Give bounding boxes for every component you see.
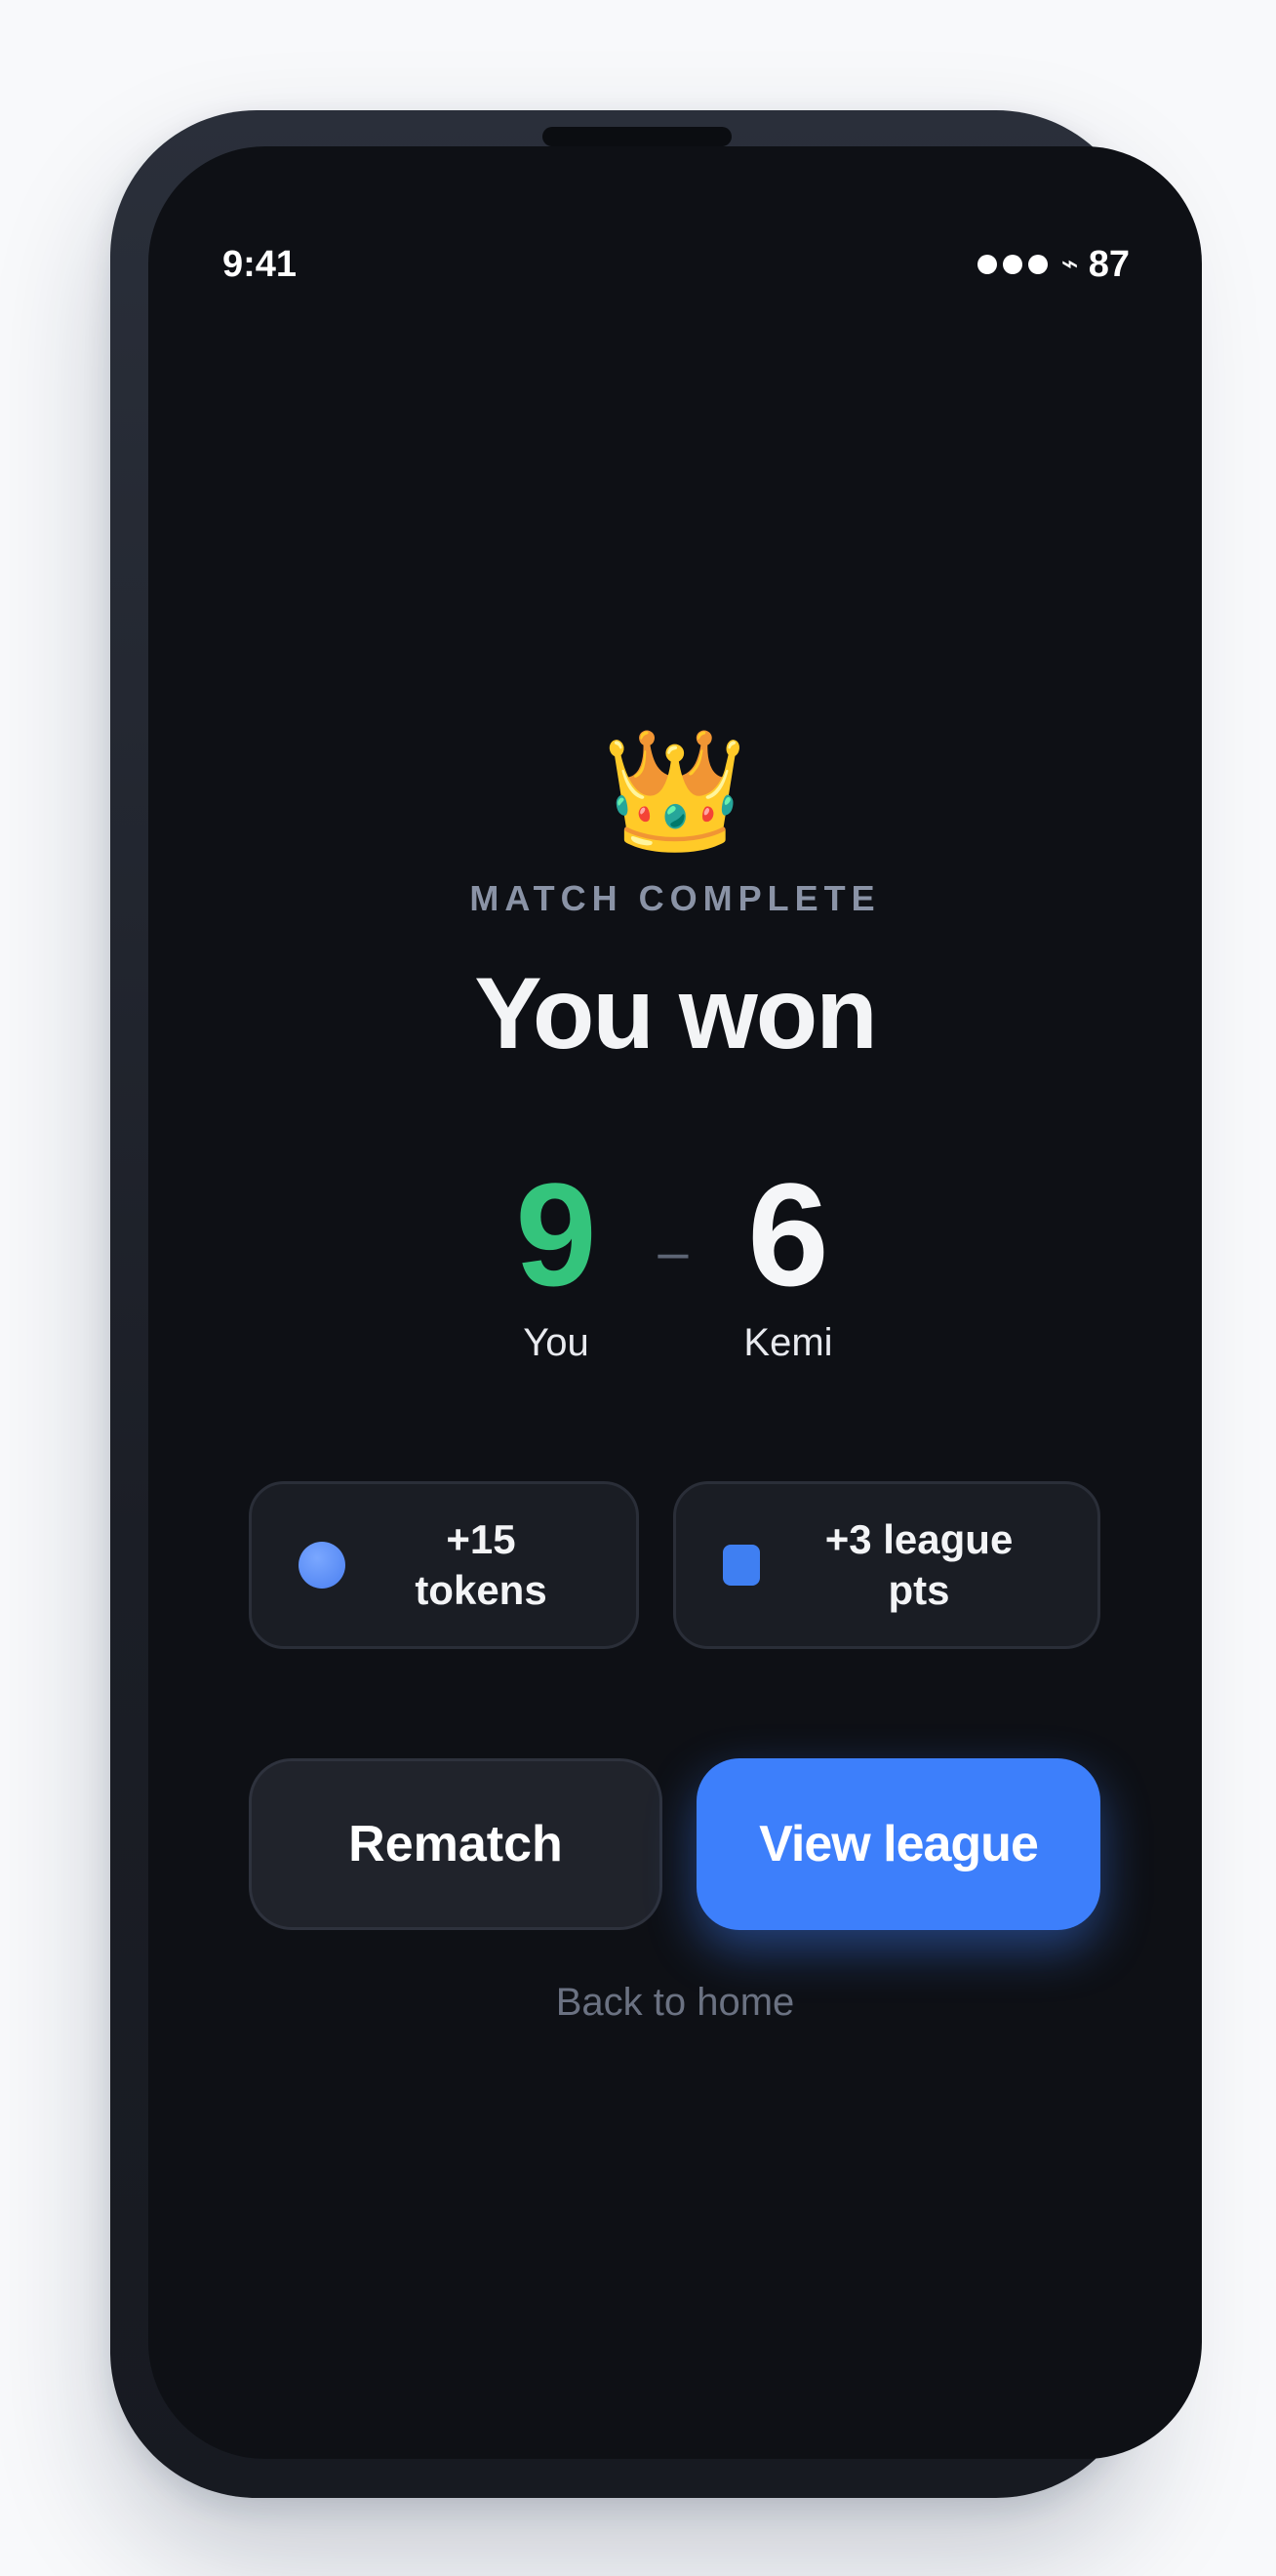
player-score: 9 (515, 1152, 597, 1316)
battery-level: 87 (1088, 244, 1130, 285)
app-screen: 9:41 ⌁ 87 👑 MATCH COMPLETE You won 9 You… (148, 146, 1202, 2459)
player-name: You (523, 1321, 589, 1364)
device-notch (542, 127, 732, 146)
match-status-label: MATCH COMPLETE (469, 878, 881, 918)
opponent-name: Kemi (743, 1321, 833, 1364)
status-bar: 9:41 ⌁ 87 (148, 240, 1202, 289)
reward-tokens-text: +15 tokens (345, 1514, 636, 1616)
crown-icon: 👑 (602, 725, 748, 856)
opponent-score-block: 6 Kemi (691, 1161, 886, 1365)
reward-league-unit: pts (888, 1567, 950, 1613)
player-score-block: 9 You (459, 1161, 654, 1365)
scoreboard: 9 You – 6 Kemi (148, 1161, 1202, 1364)
opponent-score: 6 (747, 1152, 829, 1316)
league-badge-icon (723, 1545, 760, 1586)
back-to-home-link[interactable]: Back to home (148, 1981, 1202, 2025)
token-coin-icon (299, 1542, 345, 1589)
reward-league-card: +3 league pts (673, 1481, 1100, 1649)
reward-tokens-unit: tokens (415, 1567, 547, 1613)
status-time: 9:41 (222, 244, 298, 285)
reward-league-amount: +3 league (824, 1516, 1014, 1562)
result-title: You won (474, 957, 878, 1070)
score-separator: – (658, 1221, 689, 1282)
reward-tokens-card: +15 tokens (249, 1481, 639, 1649)
rematch-button[interactable]: Rematch (249, 1758, 662, 1930)
reward-league-text: +3 league pts (760, 1514, 1097, 1616)
signal-dots-icon (977, 255, 1048, 274)
bolt-icon: ⌁ (1060, 248, 1079, 280)
reward-tokens-amount: +15 (446, 1516, 516, 1562)
status-indicators: ⌁ 87 (977, 240, 1130, 289)
view-league-button[interactable]: View league (697, 1758, 1100, 1930)
